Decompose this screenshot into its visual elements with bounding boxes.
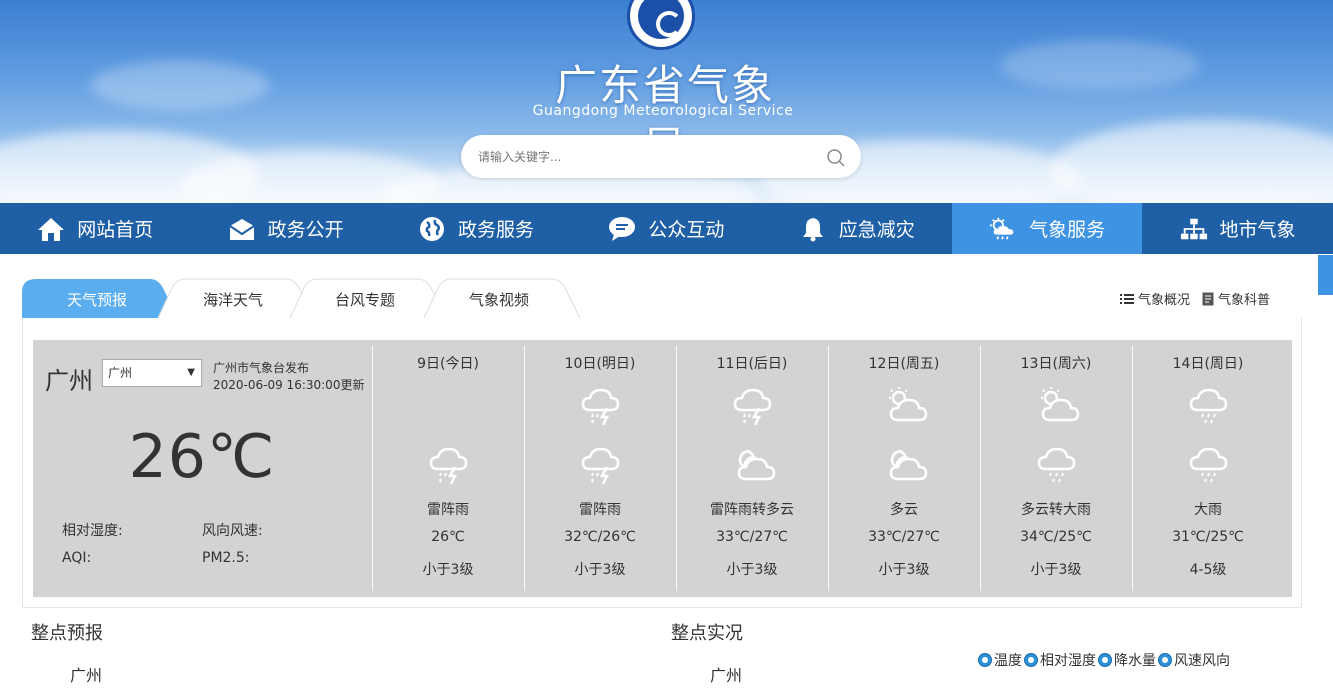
forecast-day: 11日(后日) 雷阵雨转多云 33℃/27℃ 小于3级 [676, 346, 828, 591]
nav-label: 公众互动 [648, 219, 725, 241]
search-box [461, 135, 861, 178]
partly-cloudy-day-icon [1036, 384, 1084, 430]
nav-item-public[interactable]: 政务公开 [190, 203, 380, 254]
nav-item-services[interactable]: 政务服务 [381, 203, 571, 254]
current-temperature: 26℃ [128, 422, 276, 492]
legend-precipitation[interactable]: 降水量 [1098, 650, 1156, 670]
bell-icon [799, 215, 827, 243]
hourly-forecast-title: 整点预报 [31, 623, 103, 644]
nav-item-weather-service[interactable]: 气象服务 [951, 203, 1143, 254]
rain-icon [1036, 443, 1078, 489]
publisher-info: 广州市气象台发布 2020-06-09 16:30:00更新 [213, 361, 365, 392]
forecast-day: 13日(周六) 多云转大雨 34℃/25℃ 小于3级 [980, 346, 1132, 591]
legend-humidity[interactable]: 相对湿度 [1024, 650, 1096, 670]
main-nav: 网站首页 政务公开 政务服务 公众互动 应急减灾 气象服务 地市气象 [0, 203, 1333, 254]
search-input[interactable] [476, 146, 810, 168]
envelope-icon [228, 215, 256, 243]
side-scroll-tab[interactable] [1318, 255, 1333, 295]
nav-label: 气象服务 [1029, 219, 1106, 241]
link-weather-science[interactable]: 气象科普 [1202, 289, 1270, 308]
list-icon [1120, 293, 1134, 304]
nav-label: 网站首页 [77, 219, 154, 241]
cloudy-night-icon [884, 443, 932, 489]
site-header: 广东省气象局 Guangdong Meteorological Service [0, 0, 1333, 203]
pm25-label: PM2.5: [202, 550, 250, 566]
wind-label: 风向风速: [202, 523, 263, 539]
nav-item-cities[interactable]: 地市气象 [1142, 203, 1332, 254]
partly-cloudy-day-icon [884, 384, 932, 430]
legend-wind[interactable]: 风速风向 [1158, 650, 1230, 670]
forecast-panel: 广州 广州 ▼ 广州市气象台发布 2020-06-09 16:30:00更新 2… [33, 340, 1292, 597]
link-weather-overview[interactable]: 气象概况 [1120, 289, 1190, 308]
forecast-day: 14日(周日) 大雨 31℃/25℃ 4-5级 [1132, 346, 1284, 591]
site-subtitle: Guangdong Meteorological Service [532, 103, 794, 119]
wind-icon [1158, 653, 1172, 667]
cloudy-night-icon [732, 443, 780, 489]
thunderstorm-icon [580, 384, 622, 430]
weather-icon [989, 215, 1017, 243]
current-weather: 广州 广州 ▼ 广州市气象台发布 2020-06-09 16:30:00更新 2… [33, 340, 371, 597]
humidity-label: 相对湿度: [62, 523, 123, 539]
nav-label: 应急减灾 [838, 219, 915, 241]
hourly-forecast-city: 广州 [70, 666, 103, 685]
chart-legend: 温度 相对湿度 降水量 风速风向 [978, 650, 1232, 670]
nav-label: 政务服务 [457, 219, 534, 241]
thunderstorm-icon [428, 443, 470, 489]
nav-item-home[interactable]: 网站首页 [0, 203, 190, 254]
hourly-observed-title: 整点实况 [671, 623, 743, 644]
update-time: 2020-06-09 16:30:00更新 [213, 378, 365, 392]
nav-item-interaction[interactable]: 公众互动 [571, 203, 761, 254]
city-name: 广州 [45, 367, 93, 395]
site-logo[interactable] [627, 0, 695, 50]
aqi-label: AQI: [62, 550, 92, 566]
rain-icon [1188, 443, 1230, 489]
globe-icon [418, 215, 446, 243]
forecast-day: 9日(今日) 雷阵雨 26℃ 小于3级 [372, 346, 524, 591]
chat-icon [608, 215, 636, 243]
tab-video[interactable]: 气象视频 [424, 276, 581, 318]
forecast-day: 10日(明日) 雷阵雨 32℃/26℃ 小于3级 [524, 346, 676, 591]
tab-ocean[interactable]: 海洋天气 [158, 276, 315, 318]
thunderstorm-icon [732, 384, 774, 430]
home-icon [37, 215, 65, 243]
hourly-observed-city: 广州 [710, 666, 743, 685]
right-links: 气象概况 气象科普 [1120, 289, 1270, 308]
sitemap-icon [1180, 215, 1208, 243]
legend-temperature[interactable]: 温度 [978, 650, 1022, 670]
document-icon [1202, 292, 1214, 305]
search-icon[interactable] [826, 148, 846, 168]
nav-label: 地市气象 [1219, 219, 1296, 241]
precipitation-icon [1098, 653, 1112, 667]
dropdown-arrow-icon: ▼ [187, 367, 195, 378]
forecast-day: 12日(周五) 多云 33℃/27℃ 小于3级 [828, 346, 980, 591]
thermometer-icon [978, 653, 992, 667]
nav-label: 政务公开 [267, 219, 344, 241]
rain-icon [1188, 384, 1230, 430]
city-select[interactable]: 广州 ▼ [102, 359, 202, 387]
humidity-icon [1024, 653, 1038, 667]
tab-forecast[interactable]: 天气预报 [22, 276, 178, 318]
nav-item-emergency[interactable]: 应急减灾 [762, 203, 952, 254]
thunderstorm-icon [580, 443, 622, 489]
tab-typhoon[interactable]: 台风专题 [290, 276, 447, 318]
